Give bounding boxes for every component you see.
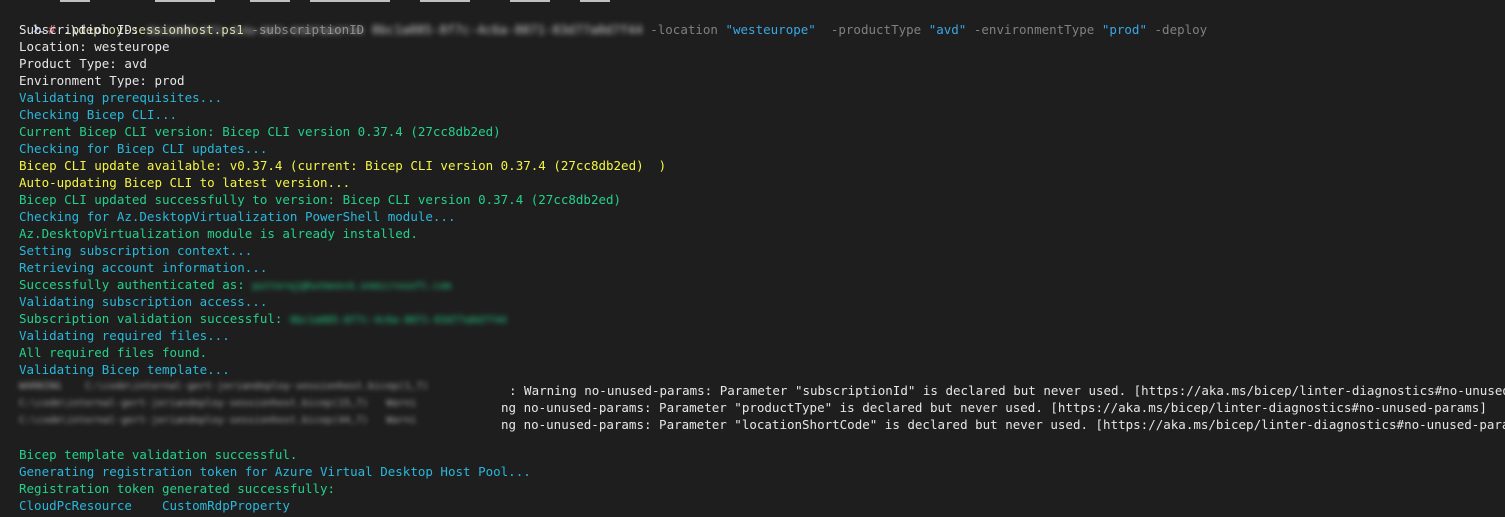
param-environment-type: -environmentType (973, 22, 1095, 37)
output-line: Validating Bicep template... (19, 362, 230, 377)
param-location: -location (650, 22, 718, 37)
output-environment-type: Environment Type: prod (19, 73, 185, 88)
subscription-label: Subscription ID: (19, 22, 140, 37)
terminal-output[interactable]: # .\deploy-sessionhost.ps1 -subscription… (0, 0, 1505, 517)
output-subscription-valid: Subscription validation successful: 0bc1… (19, 310, 507, 327)
value-product-type: "avd" (928, 22, 967, 37)
subscription-valid-label: Subscription validation successful: (19, 311, 283, 326)
output-line: Generating registration token for Azure … (19, 464, 531, 479)
warning-line: C:\code\internal-gert-jeriandeploy-sessi… (19, 412, 1505, 432)
param-deploy: -deploy (1154, 22, 1208, 37)
output-line: Bicep template validation successful. (19, 447, 298, 462)
output-line: Validating required files... (19, 328, 230, 343)
redacted-subscription-id: 0bc1a085-8f7c-4c6a-8071-83d77a0d7f44 (371, 22, 643, 37)
redacted-file-path: C:\code\internal-gert-jeriandeploy-sessi… (19, 415, 417, 426)
redacted-subscription-value: 0bc1a085-8f7c-4c6a-8071-83d77a0d7f44 (289, 315, 507, 326)
command-line: # .\deploy-sessionhost.ps1 -subscription… (2, 4, 1207, 37)
value-location: "westeurope" (725, 22, 816, 37)
param-product-type: -productType (830, 22, 922, 37)
output-line: Validating prerequisites... (19, 90, 223, 105)
output-line: Bicep CLI updated successfully to versio… (19, 192, 622, 207)
redacted-subscription-value: 0bc1a085-8f7c-4c6a-8071-83d77a0d7f44 (146, 26, 364, 37)
output-line: Setting subscription context... (19, 243, 253, 258)
warning-text: ng no-unused-params: Parameter "location… (501, 417, 1505, 432)
warning-line: WARNING C:\code\internal-gert-jeriandepl… (19, 378, 1505, 398)
output-line: Az.DesktopVirtualization module is alrea… (19, 226, 418, 241)
output-authenticated: Successfully authenticated as: putterqj@… (19, 276, 451, 293)
output-product-type: Product Type: avd (19, 56, 147, 71)
output-line: Auto-updating Bicep CLI to latest versio… (19, 175, 351, 190)
output-line: Retrieving account information... (19, 260, 268, 275)
output-line: Current Bicep CLI version: Bicep CLI ver… (19, 124, 501, 139)
output-line: Bicep CLI update available: v0.37.4 (cur… (19, 158, 667, 173)
output-line: All required files found. (19, 345, 208, 360)
authenticated-label: Successfully authenticated as: (19, 277, 245, 292)
warning-line: C:\code\internal-gert-jeriandeploy-sessi… (19, 395, 1487, 415)
output-table-header: CloudPcResource CustomRdpProperty (19, 498, 290, 513)
redacted-file-path: WARNING C:\code\internal-gert-jeriandepl… (19, 381, 435, 392)
output-line: Validating subscription access... (19, 294, 268, 309)
redacted-account: putterqj@hutmonck.onmicrosoft.com (252, 281, 451, 292)
output-line: Checking Bicep CLI... (19, 107, 178, 122)
redacted-file-path: C:\code\internal-gert-jeriandeploy-sessi… (19, 398, 417, 409)
output-subscription-id: Subscription ID: 0bc1a085-8f7c-4c6a-8071… (19, 21, 364, 38)
output-line: Checking for Bicep CLI updates... (19, 141, 268, 156)
value-environment-type: "prod" (1101, 22, 1147, 37)
output-location: Location: westeurope (19, 39, 170, 54)
scrolled-text-remnant (60, 0, 660, 3)
output-line: Registration token generated successfull… (19, 481, 336, 496)
output-line: Checking for Az.DesktopVirtualization Po… (19, 209, 456, 224)
